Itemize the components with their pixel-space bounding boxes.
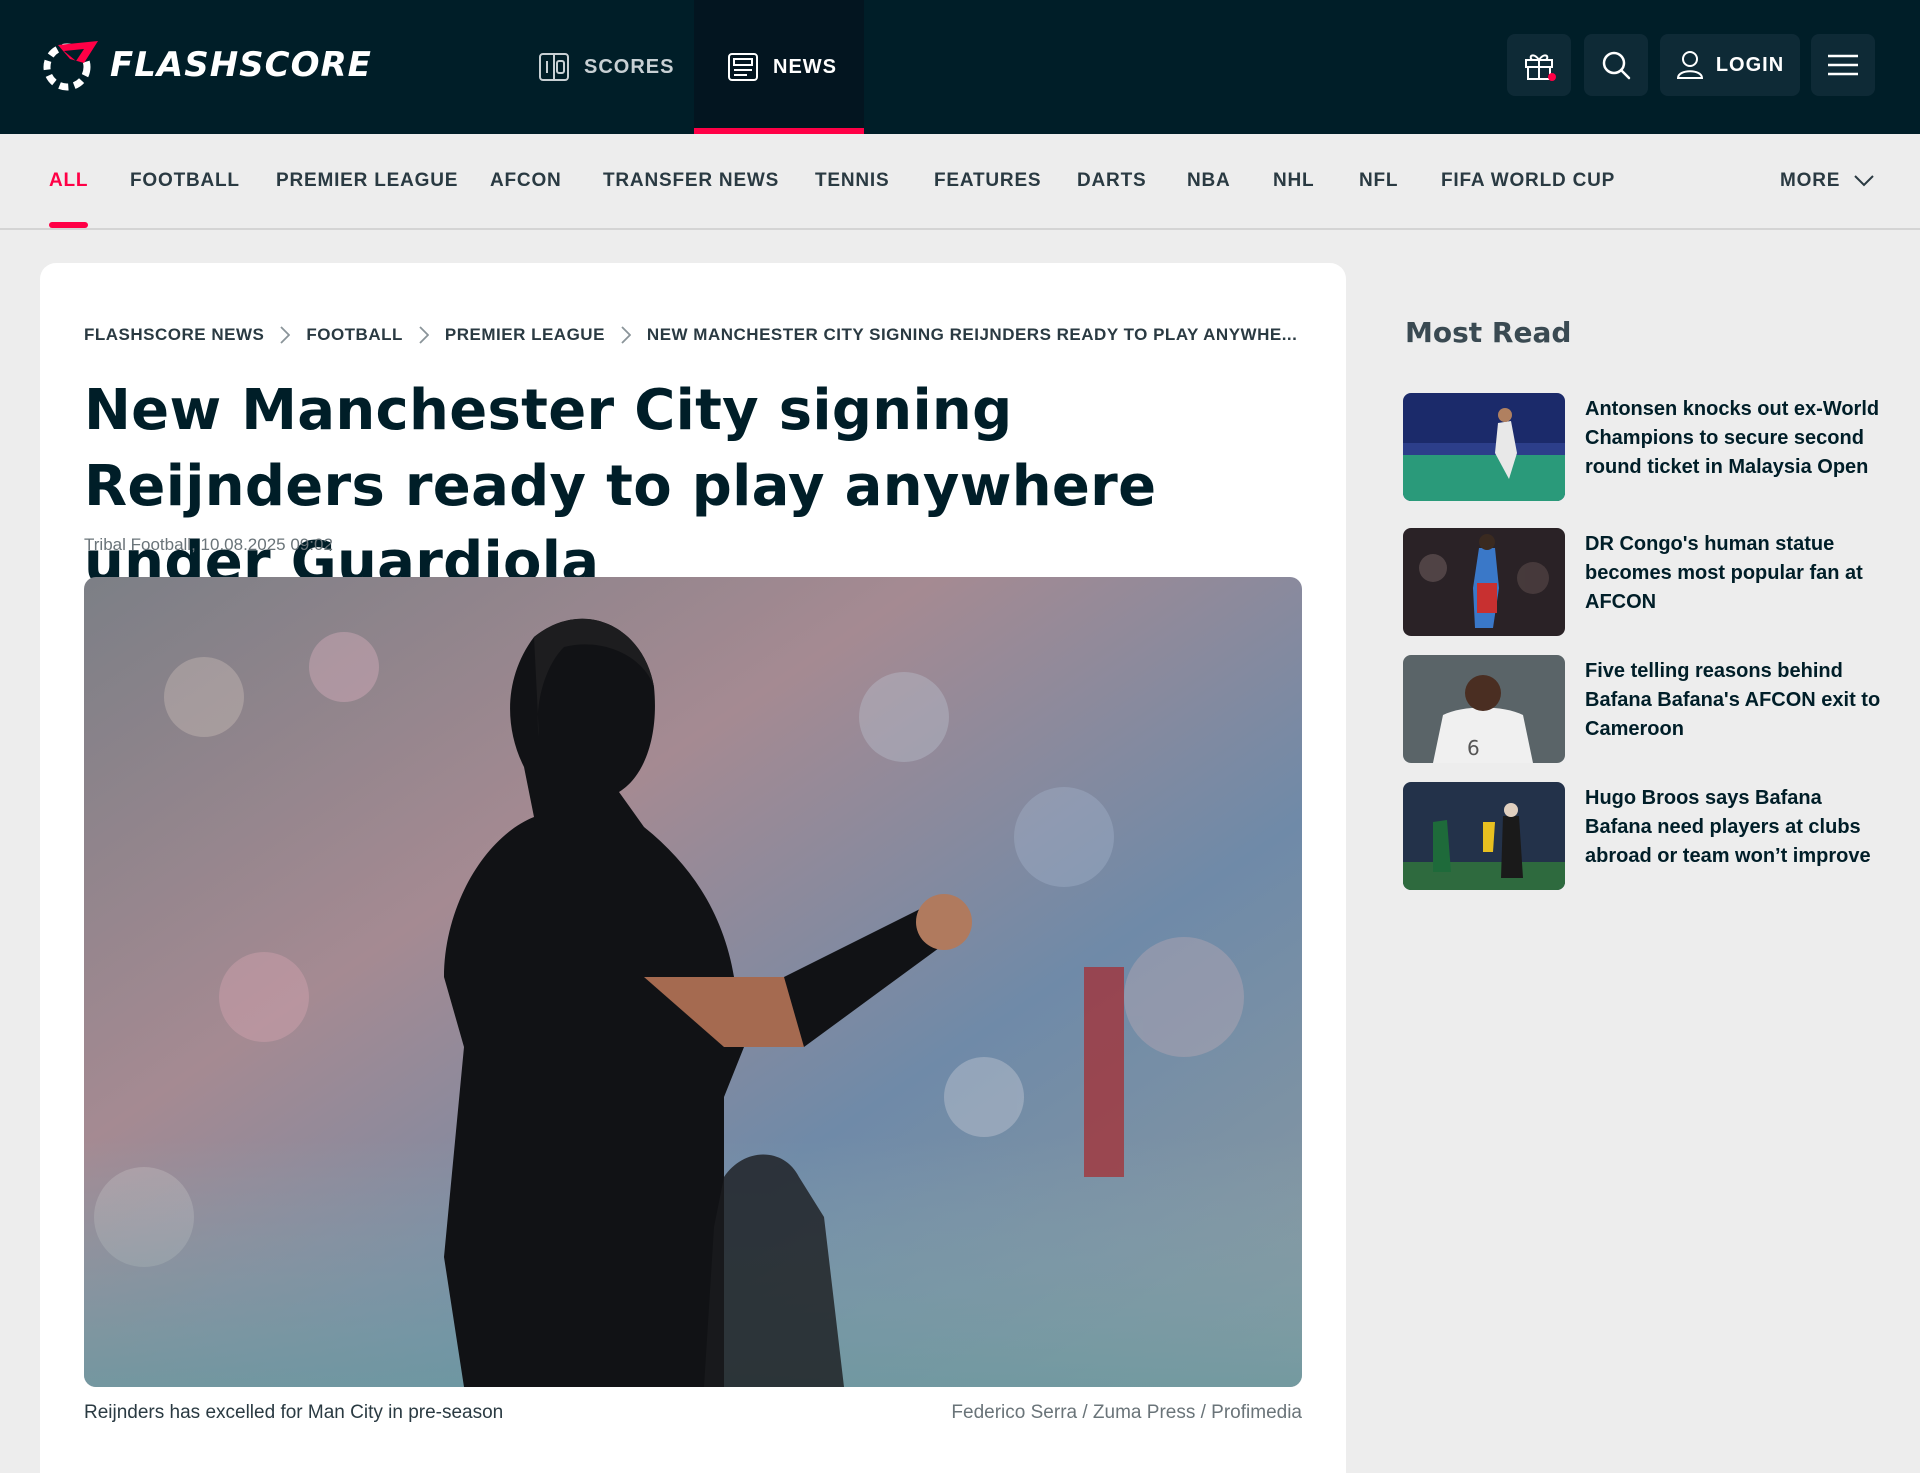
brand-name: FLASHSCORE [110, 45, 372, 85]
nav-item-transfer-news[interactable]: TRANSFER NEWS [603, 134, 779, 228]
search-button[interactable] [1584, 34, 1648, 96]
nav-item-nfl[interactable]: NFL [1359, 134, 1398, 228]
nav-item-features[interactable]: FEATURES [934, 134, 1041, 228]
breadcrumb-current: NEW MANCHESTER CITY SIGNING REIJNDERS RE… [646, 325, 1298, 344]
nav-item-all[interactable]: ALL [49, 134, 89, 228]
article-thumbnail [1403, 782, 1565, 890]
tab-news-label: NEWS [773, 55, 837, 78]
login-button[interactable]: LOGIN [1660, 34, 1800, 96]
flashscore-logo-icon [43, 41, 98, 91]
nav-item-premier-league[interactable]: PREMIER LEAGUE [276, 134, 458, 228]
chevron-right-icon [264, 325, 306, 345]
most-read-item[interactable]: Hugo Broos says Bafana Bafana need playe… [1403, 782, 1883, 890]
nav-item-nhl[interactable]: NHL [1273, 134, 1314, 228]
most-read-title: Most Read [1405, 316, 1572, 349]
user-icon [1676, 51, 1703, 79]
tab-scores[interactable]: SCORES [538, 0, 683, 134]
article-datetime: 10.08.2025 09:02 [200, 535, 333, 554]
article-source: Tribal Football, [84, 535, 196, 554]
newspaper-icon [728, 53, 758, 81]
article-meta: Tribal Football, 10.08.2025 09:02 [84, 535, 333, 555]
article-title: New Manchester City signing Reijnders re… [84, 378, 1157, 595]
article-card: FLASHSCORE NEWS FOOTBALL PREMIER LEAGUE … [40, 263, 1346, 1473]
nav-more-label: MORE [1780, 170, 1841, 191]
most-read-headline: Antonsen knocks out ex-World Champions t… [1585, 398, 1880, 478]
most-read-headline: Hugo Broos says Bafana Bafana need playe… [1585, 787, 1871, 867]
breadcrumb-item-premier-league[interactable]: PREMIER LEAGUE [445, 325, 605, 345]
chevron-down-icon [1854, 175, 1874, 187]
article-thumbnail: 6 [1403, 655, 1565, 763]
image-caption: Reijnders has excelled for Man City in p… [84, 1402, 504, 1423]
nav-item-darts[interactable]: DARTS [1077, 134, 1146, 228]
flashscore-logo[interactable]: FLASHSCORE [40, 37, 372, 93]
chevron-right-icon [605, 325, 647, 345]
login-label: LOGIN [1715, 53, 1785, 76]
article-thumbnail [1403, 393, 1565, 501]
breadcrumb-item-flashscore-news[interactable]: FLASHSCORE NEWS [84, 325, 264, 345]
gift-button[interactable] [1507, 34, 1571, 96]
nav-item-fifa-world-cup[interactable]: FIFA WORLD CUP [1441, 134, 1615, 228]
notification-dot [1548, 73, 1556, 81]
menu-button[interactable] [1811, 34, 1875, 96]
svg-text:6: 6 [1467, 736, 1480, 760]
most-read-headline: Five telling reasons behind Bafana Bafan… [1585, 660, 1881, 740]
most-read-item[interactable]: 6 Five telling reasons behind Bafana Baf… [1403, 655, 1883, 763]
nav-item-nba[interactable]: NBA [1187, 134, 1231, 228]
article-thumbnail [1403, 528, 1565, 636]
chevron-right-icon [403, 325, 445, 345]
most-read-item[interactable]: DR Congo's human statue becomes most pop… [1403, 528, 1883, 636]
nav-item-tennis[interactable]: TENNIS [815, 134, 889, 228]
sport-nav: ALL FOOTBALL PREMIER LEAGUE AFCON TRANSF… [0, 134, 1920, 230]
nav-item-afcon[interactable]: AFCON [490, 134, 562, 228]
most-read-headline: DR Congo's human statue becomes most pop… [1585, 533, 1863, 613]
hero-image [84, 577, 1302, 1387]
tab-scores-label: SCORES [584, 55, 675, 78]
tab-news[interactable]: NEWS [694, 0, 864, 134]
breadcrumb-item-football[interactable]: FOOTBALL [306, 325, 403, 345]
top-header: FLASHSCORE SCORES NEWS LOGIN [0, 0, 1920, 134]
nav-more-dropdown[interactable]: MORE [1780, 134, 1874, 228]
hamburger-menu-icon [1828, 54, 1858, 76]
search-icon [1602, 51, 1631, 80]
most-read-item[interactable]: Antonsen knocks out ex-World Champions t… [1403, 393, 1883, 501]
breadcrumb: FLASHSCORE NEWS FOOTBALL PREMIER LEAGUE … [84, 325, 1297, 345]
image-credit: Federico Serra / Zuma Press / Profimedia [951, 1402, 1302, 1423]
nav-item-football[interactable]: FOOTBALL [130, 134, 240, 228]
scoreboard-icon [539, 53, 569, 81]
